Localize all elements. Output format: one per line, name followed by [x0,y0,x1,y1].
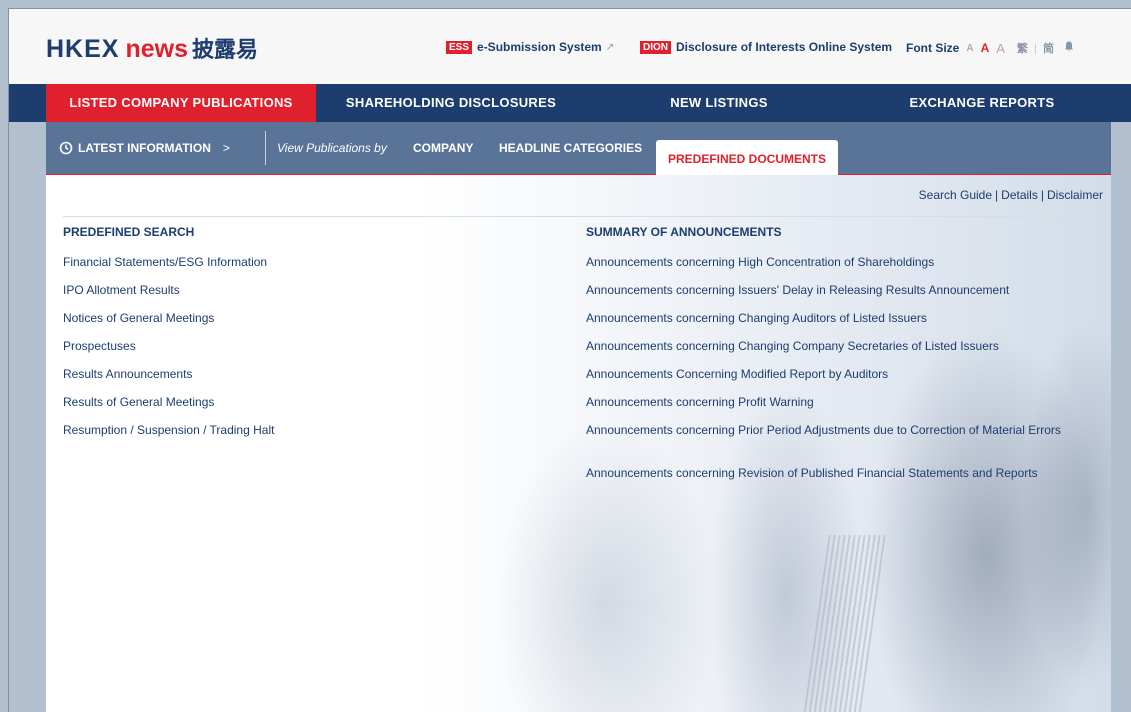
lang-traditional[interactable]: 繁 [1017,40,1028,56]
hkexnews-logo[interactable]: HKEX news 披露易 [46,32,259,63]
font-size-label: Font Size [906,41,960,55]
lang-simplified[interactable]: 简 [1043,40,1054,56]
announcement-link[interactable]: Announcements concerning Profit Warning [586,395,814,410]
ess-label: e-Submission System [477,40,602,54]
lang-separator: | [1033,41,1038,55]
clock-refresh-icon [59,141,73,155]
details-link[interactable]: Details [1001,188,1038,202]
predefined-search-link[interactable]: IPO Allotment Results [63,283,180,298]
font-size-medium[interactable]: A [981,41,990,55]
utility-separator: | [1040,188,1044,202]
announcement-link[interactable]: Announcements concerning Changing Compan… [586,339,999,354]
tab-headline-categories[interactable]: HEADLINE CATEGORIES [499,141,642,155]
logo-chinese: 披露易 [192,37,259,62]
external-link-icon: ↗ [605,41,615,53]
announcement-link[interactable]: Announcements concerning Revision of Pub… [586,466,1038,481]
dion-tag: DION [640,40,671,54]
tab-predefined-documents[interactable]: PREDEFINED DOCUMENTS [656,140,838,175]
predefined-search-link[interactable]: Results Announcements [63,367,192,382]
search-guide-link[interactable]: Search Guide [919,188,992,202]
subnav-divider [265,131,266,165]
font-size-control: Font Size A A A 繁 | 简 [906,40,1074,56]
view-publications-by-label: View Publications by [277,141,387,155]
latest-information-link[interactable]: LATEST INFORMATION > [59,141,230,155]
latest-information-label: LATEST INFORMATION [78,141,211,155]
main-content: Search Guide | Details | Disclaimer PREDEFIN… [46,175,1111,712]
tab-company[interactable]: COMPANY [413,141,473,155]
announcement-link[interactable]: Announcements concerning High Concentrat… [586,255,934,270]
dion-label: Disclosure of Interests Online System [676,40,893,54]
announcement-link[interactable]: Announcements concerning Issuers' Delay … [586,283,1009,298]
ess-tag: ESS [446,40,473,54]
nav-exchange-reports[interactable]: EXCHANGE REPORTS [852,84,1112,122]
site-header: HKEX news 披露易 ESS e-Submission System ↗ … [9,9,1131,84]
predefined-search-link[interactable]: Notices of General Meetings [63,311,214,326]
predefined-search-link[interactable]: Resumption / Suspension / Trading Halt [63,423,274,438]
ess-link[interactable]: ESS e-Submission System ↗ [446,40,614,54]
predefined-search-link[interactable]: Financial Statements/ESG Information [63,255,267,270]
disclaimer-link[interactable]: Disclaimer [1047,188,1103,202]
summary-of-announcements-title: SUMMARY OF ANNOUNCEMENTS [586,225,782,239]
announcement-link[interactable]: Announcements concerning Changing Audito… [586,311,927,326]
dion-link[interactable]: DION Disclosure of Interests Online Syst… [640,40,892,54]
sub-nav: LATEST INFORMATION > View Publications b… [46,122,1111,175]
chevron-right-icon: > [222,141,230,155]
announcement-link[interactable]: Announcements Concerning Modified Report… [586,367,888,382]
main-nav: LISTED COMPANY PUBLICATIONS SHAREHOLDING… [9,84,1131,122]
bell-icon[interactable] [1064,41,1074,55]
nav-new-listings[interactable]: NEW LISTINGS [586,84,852,122]
background-photo-detail [803,535,889,712]
utility-separator: | [995,188,999,202]
nav-listed-company-publications[interactable]: LISTED COMPANY PUBLICATIONS [46,84,316,122]
logo-hkex: HKEX [46,35,120,63]
browser-frame: HKEX news 披露易 ESS e-Submission System ↗ … [8,8,1131,712]
predefined-search-link[interactable]: Prospectuses [63,339,136,354]
predefined-search-link[interactable]: Results of General Meetings [63,395,214,410]
utility-links: Search Guide | Details | Disclaimer [919,188,1103,202]
predefined-search-title: PREDEFINED SEARCH [63,225,195,239]
announcement-link[interactable]: Announcements concerning Prior Period Ad… [586,423,1066,438]
font-size-large[interactable]: A [996,41,1005,56]
divider [63,216,1103,217]
nav-shareholding-disclosures[interactable]: SHAREHOLDING DISCLOSURES [316,84,586,122]
font-size-small[interactable]: A [966,43,973,54]
logo-news: news [125,35,188,63]
